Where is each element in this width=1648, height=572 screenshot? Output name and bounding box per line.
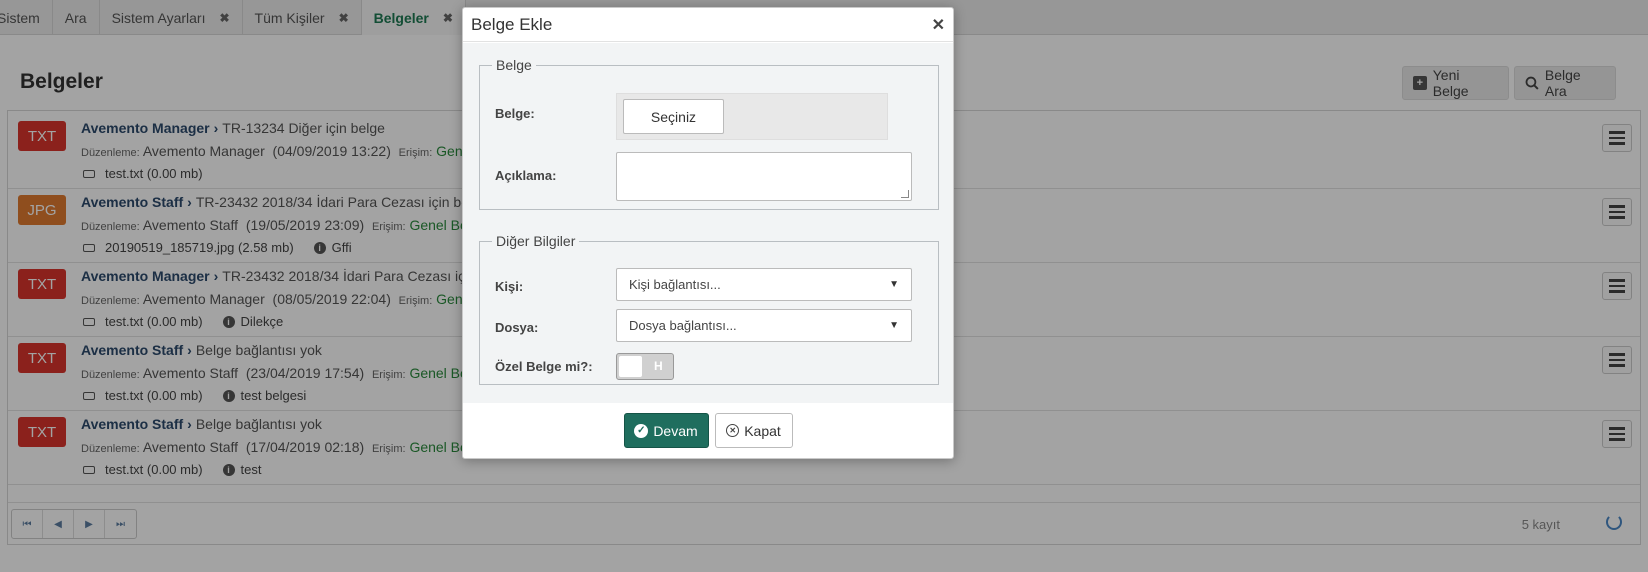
- check-circle-icon: ✓: [634, 423, 649, 438]
- toggle-label: H: [654, 359, 663, 373]
- description-label: Açıklama:: [495, 168, 557, 183]
- button-label: Kapat: [744, 422, 781, 439]
- resize-handle-icon[interactable]: [901, 190, 909, 198]
- select-value: Kişi bağlantısı...: [629, 277, 721, 292]
- belge-label: Belge:: [495, 106, 535, 121]
- close-icon[interactable]: ✕: [932, 15, 945, 35]
- fieldset-legend: Belge: [496, 57, 532, 73]
- caret-down-icon: ▼: [889, 320, 899, 331]
- other-info-fieldset: Diğer Bilgiler Kişi: Kişi bağlantısı... …: [479, 233, 939, 385]
- toggle-knob: [619, 356, 642, 377]
- button-label: Devam: [653, 422, 698, 439]
- person-select[interactable]: Kişi bağlantısı... ▼: [616, 268, 912, 301]
- close-button[interactable]: ✕ Kapat: [714, 413, 793, 448]
- dialog-footer: ✓ Devam ✕ Kapat: [463, 403, 953, 458]
- select-value: Dosya bağlantısı...: [629, 318, 737, 333]
- case-file-select[interactable]: Dosya bağlantısı... ▼: [616, 309, 912, 342]
- choose-file-button[interactable]: Seçiniz: [623, 99, 724, 134]
- case-file-label: Dosya:: [495, 320, 539, 335]
- person-label: Kişi:: [495, 279, 524, 294]
- dialog-body: Belge Belge: Seçiniz Açıklama: Diğer Bil…: [463, 43, 953, 403]
- x-circle-icon: ✕: [726, 424, 740, 437]
- description-textarea[interactable]: [616, 152, 912, 201]
- file-upload-area: Seçiniz: [616, 93, 888, 140]
- fieldset-legend: Diğer Bilgiler: [496, 233, 576, 249]
- dialog-header: Belge Ekle ✕: [463, 8, 953, 42]
- caret-down-icon: ▼: [889, 279, 899, 290]
- document-fieldset: Belge Belge: Seçiniz Açıklama:: [479, 57, 939, 210]
- private-toggle[interactable]: H: [616, 353, 674, 380]
- dialog-title: Belge Ekle: [471, 14, 553, 34]
- continue-button[interactable]: ✓ Devam: [623, 413, 709, 448]
- private-label: Özel Belge mi?:: [495, 359, 593, 374]
- add-document-dialog: Belge Ekle ✕ Belge Belge: Seçiniz Açıkla…: [462, 7, 954, 459]
